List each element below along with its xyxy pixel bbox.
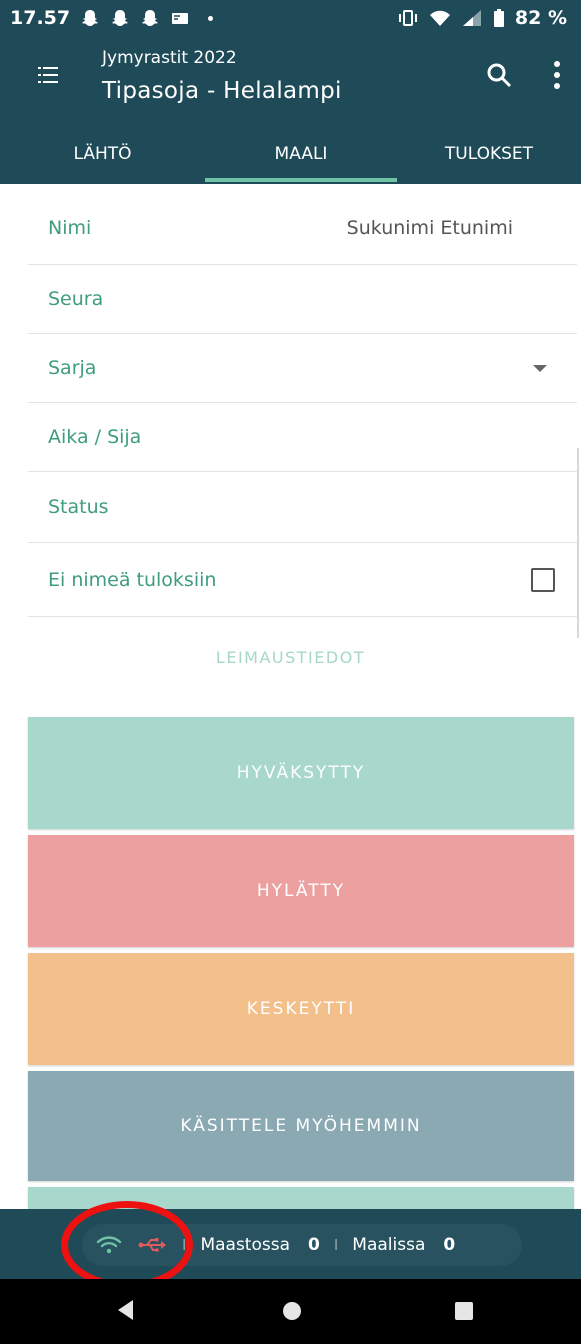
vibrate-icon xyxy=(398,10,417,26)
clock: 17.57 xyxy=(10,7,71,29)
handle-later-button[interactable]: KÄSITTELE MYÖHEMMIN xyxy=(28,1071,574,1181)
chevron-down-icon xyxy=(533,364,547,372)
hide-name-checkbox[interactable] xyxy=(531,567,555,592)
recent-apps-icon[interactable] xyxy=(455,1302,473,1320)
tab-finish[interactable]: MAALI xyxy=(205,118,397,184)
punch-data-link[interactable]: LEIMAUSTIEDOT xyxy=(0,648,581,667)
system-nav-bar xyxy=(0,1279,581,1344)
more-vert-icon[interactable] xyxy=(552,60,562,90)
hide-name-row[interactable]: Ei nimeä tuloksiin xyxy=(28,543,577,617)
rejected-button[interactable]: HYLÄTTY xyxy=(28,835,574,947)
snapchat-icon xyxy=(82,10,99,26)
finished-count: 0 xyxy=(443,1235,456,1255)
in-forest-count: 0 xyxy=(308,1235,320,1255)
time-rank-row[interactable]: Aika / Sija xyxy=(28,403,577,472)
system-status-bar: 17.57 82 % xyxy=(0,0,581,36)
name-value: Sukunimi Etunimi xyxy=(346,217,513,239)
snapchat-icon xyxy=(112,10,129,26)
menu-icon[interactable] xyxy=(38,66,58,84)
home-icon[interactable] xyxy=(283,1302,301,1320)
hide-name-label: Ei nimeä tuloksiin xyxy=(48,568,217,591)
club-label: Seura xyxy=(48,288,104,310)
annotation-highlight-circle xyxy=(61,1201,193,1289)
battery-level: 82 % xyxy=(514,7,567,29)
time-rank-label: Aika / Sija xyxy=(48,426,142,448)
tab-bar: LÄHTÖ MAALI TULOKSET xyxy=(0,118,581,184)
wifi-status-icon xyxy=(429,10,450,26)
tab-results[interactable]: TULOKSET xyxy=(397,118,581,184)
scrollbar[interactable] xyxy=(577,448,579,638)
more-notifications-dot xyxy=(208,15,214,21)
page-title: Tipasoja - Helalampi xyxy=(102,78,342,104)
active-tab-indicator xyxy=(205,178,397,182)
signal-icon xyxy=(462,10,481,26)
event-subtitle: Jymyrastit 2022 xyxy=(102,48,237,68)
battery-icon xyxy=(493,9,504,27)
name-label: Nimi xyxy=(48,217,92,239)
separator: I xyxy=(333,1236,339,1254)
tab-start[interactable]: LÄHTÖ xyxy=(0,118,205,184)
system-indicators: 82 % xyxy=(397,7,567,29)
status-label: Status xyxy=(48,496,109,518)
accepted-button[interactable]: HYVÄKSYTTY xyxy=(28,717,574,829)
class-label: Sarja xyxy=(48,357,97,379)
message-icon xyxy=(172,13,189,24)
status-row[interactable]: Status xyxy=(28,472,577,543)
in-forest-label: Maastossa xyxy=(200,1235,290,1255)
name-row[interactable]: Nimi Sukunimi Etunimi xyxy=(28,192,577,265)
snapchat-icon xyxy=(142,10,159,26)
app-bar: Jymyrastit 2022 Tipasoja - Helalampi xyxy=(0,36,581,118)
notification-icons xyxy=(80,8,214,28)
search-icon[interactable] xyxy=(486,62,512,88)
club-row[interactable]: Seura xyxy=(28,265,577,334)
class-select[interactable]: Sarja xyxy=(28,334,577,403)
finished-label: Maalissa xyxy=(352,1235,426,1255)
back-icon[interactable] xyxy=(118,1300,133,1320)
dnf-button[interactable]: KESKEYTTI xyxy=(28,953,574,1065)
